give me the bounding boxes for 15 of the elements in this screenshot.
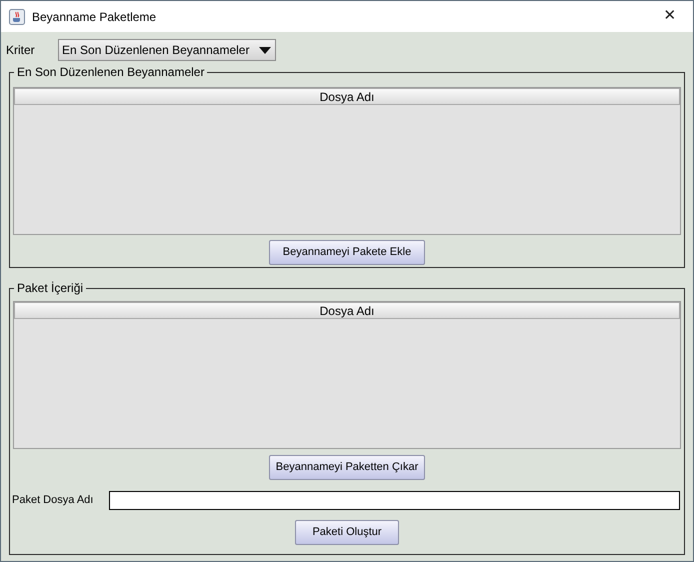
package-file-name-field[interactable] xyxy=(109,491,680,510)
group-title: En Son Düzenlenen Beyannameler xyxy=(14,64,208,80)
group-title: Paket İçeriği xyxy=(14,280,86,296)
window-title: Beyanname Paketleme xyxy=(32,8,156,26)
field-label: Paket Dosya Adı xyxy=(12,493,94,508)
criteria-dropdown[interactable]: En Son Düzenlenen Beyannameler xyxy=(58,39,276,61)
column-header[interactable]: Dosya Adı xyxy=(14,88,680,105)
create-package-button[interactable]: Paketi Oluştur xyxy=(295,520,399,545)
coffee-cup-icon xyxy=(9,8,25,24)
field-label: Kriter xyxy=(6,42,36,59)
dropdown-arrow-icon xyxy=(259,46,271,54)
remove-from-package-button[interactable]: Beyannameyi Paketten Çıkar xyxy=(269,455,425,480)
add-to-package-button[interactable]: Beyannameyi Pakete Ekle xyxy=(269,240,425,265)
close-button[interactable]: ✕ xyxy=(655,5,685,28)
column-header[interactable]: Dosya Adı xyxy=(14,302,680,319)
